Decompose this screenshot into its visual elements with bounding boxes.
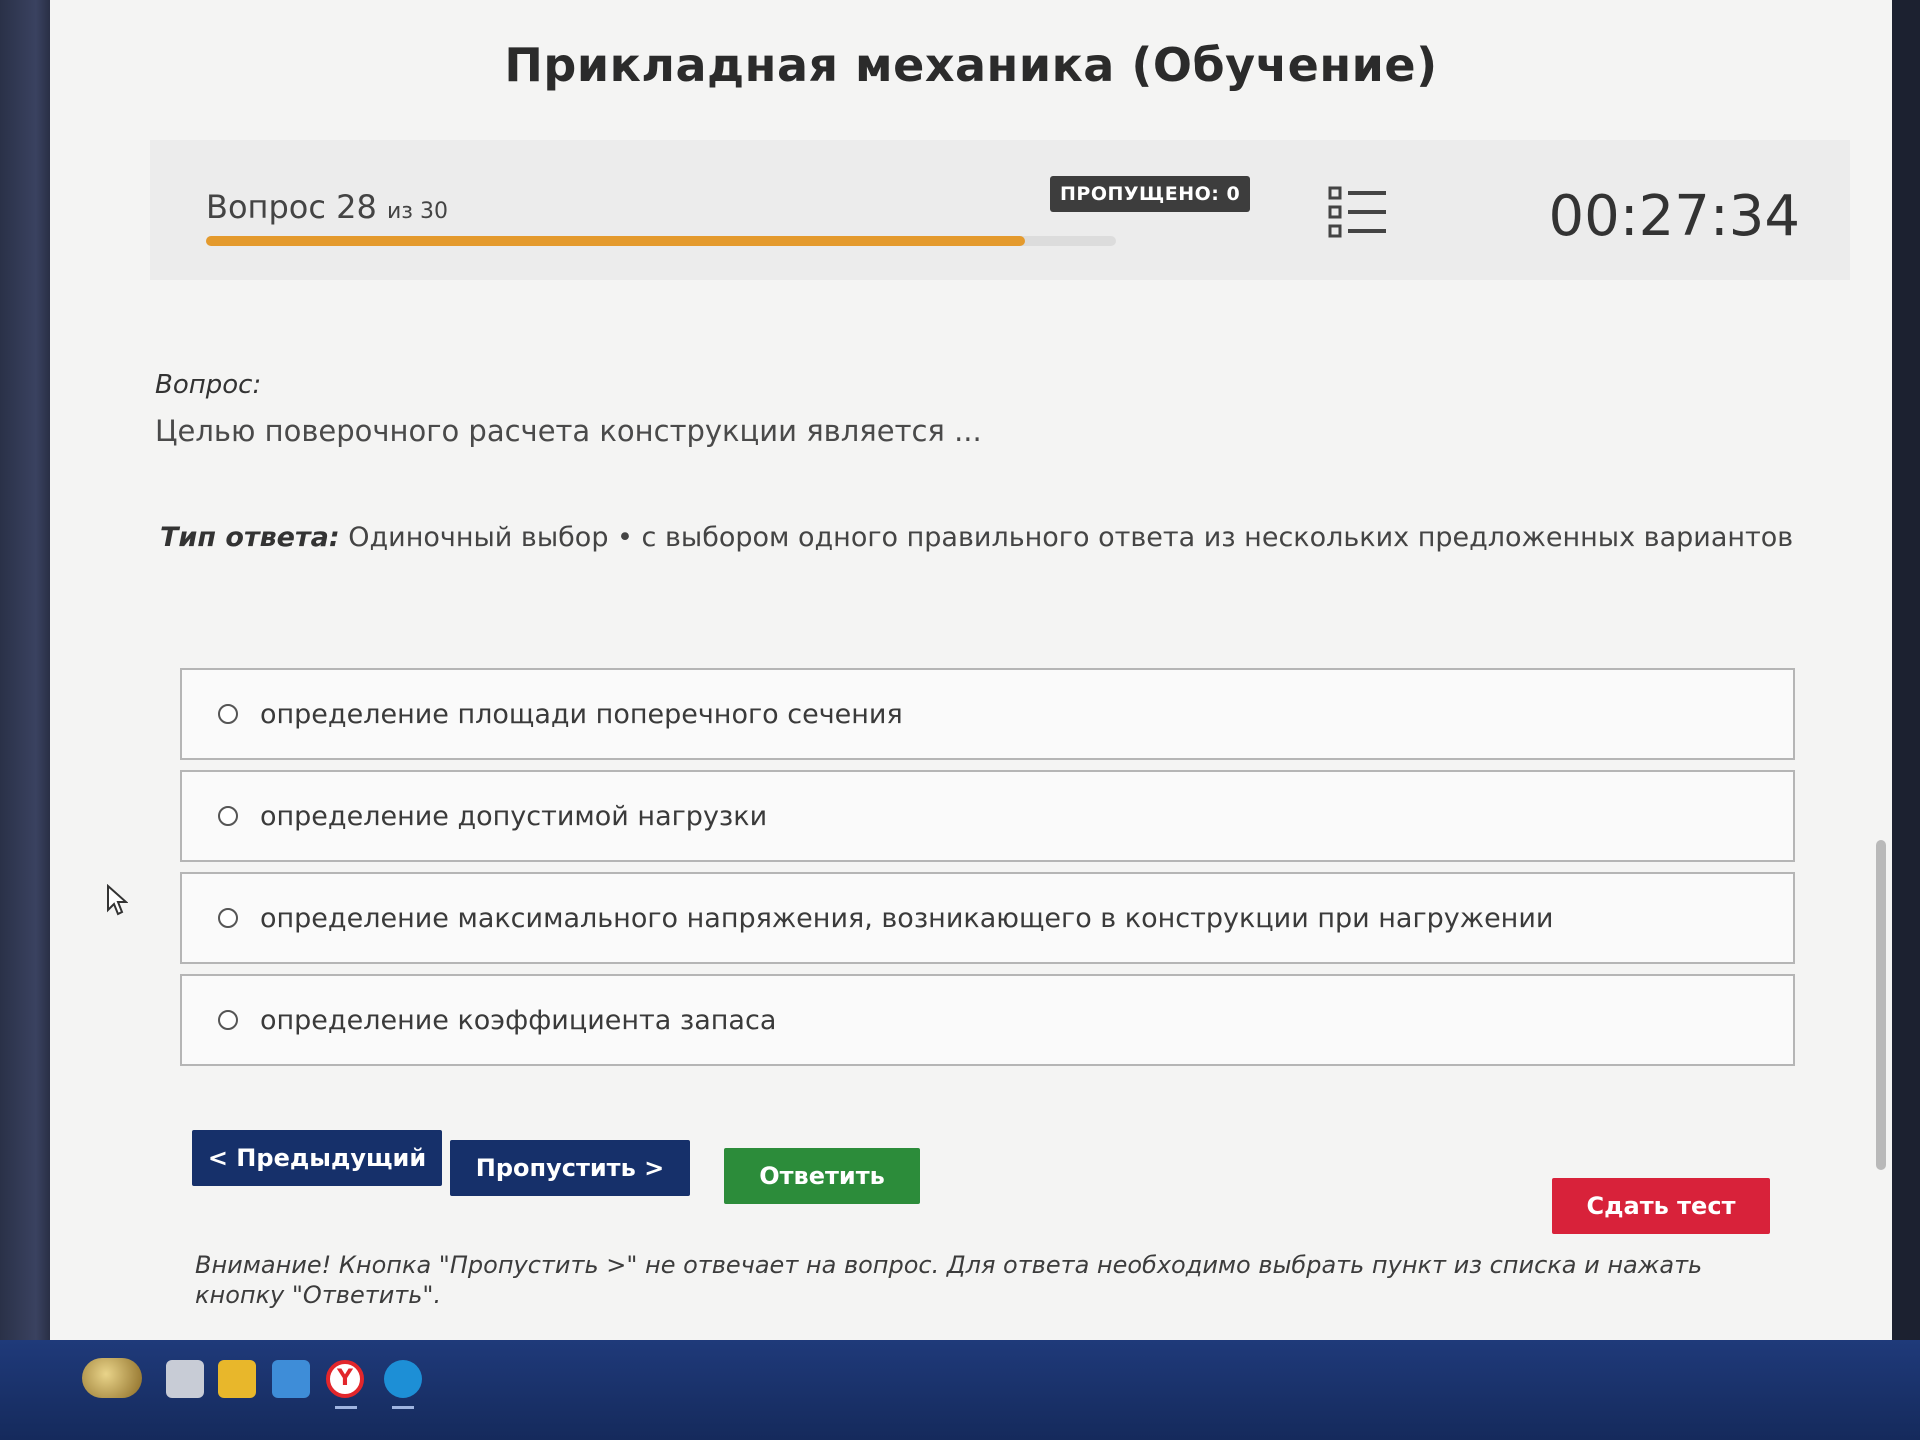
radio-button[interactable]	[218, 806, 238, 826]
question-label: Вопрос:	[155, 370, 262, 400]
answer-type: Тип ответа: Одиночный выбор • с выбором …	[160, 522, 1793, 553]
yandex-browser-icon[interactable]: Y	[326, 1360, 364, 1398]
question-current: 28	[336, 188, 377, 226]
answer-option[interactable]: определение коэффициента запаса	[180, 974, 1795, 1066]
answer-type-label: Тип ответа:	[160, 522, 340, 553]
question-counter: Вопрос 28 из 30	[206, 188, 448, 226]
desktop-icon[interactable]	[166, 1360, 204, 1398]
active-indicator	[392, 1406, 414, 1409]
timer: 00:27:34	[1548, 184, 1800, 249]
option-text: определение коэффициента запаса	[260, 1004, 777, 1036]
app-icon[interactable]	[272, 1360, 310, 1398]
start-button-icon[interactable]	[82, 1358, 142, 1398]
answer-type-value: Одиночный выбор • с выбором одного прави…	[339, 522, 1794, 553]
progress-fill	[206, 236, 1025, 246]
skip-notice: Внимание! Кнопка "Пропустить >" не отвеч…	[195, 1251, 1703, 1309]
answer-option[interactable]: определение площади поперечного сечения	[180, 668, 1795, 760]
question-word: Вопрос	[206, 188, 326, 226]
answer-option[interactable]: определение максимального напряжения, во…	[180, 872, 1795, 964]
option-text: определение допустимой нагрузки	[260, 800, 768, 832]
progress-bar	[206, 236, 1116, 246]
submit-test-button[interactable]: Сдать тест	[1552, 1178, 1770, 1234]
answer-button[interactable]: Ответить	[724, 1148, 920, 1204]
radio-button[interactable]	[218, 1010, 238, 1030]
option-text: определение площади поперечного сечения	[260, 698, 903, 730]
skipped-badge: ПРОПУЩЕНО: 0	[1050, 176, 1251, 212]
previous-button[interactable]: < Предыдущий	[192, 1130, 442, 1186]
scrollbar[interactable]	[1876, 840, 1886, 1170]
option-text: определение максимального напряжения, во…	[260, 902, 1554, 934]
question-total: из 30	[387, 199, 448, 224]
browser-viewport: Прикладная механика (Обучение) Вопрос 28…	[50, 0, 1892, 1350]
taskbar: Y	[0, 1340, 1920, 1440]
test-header-panel: Вопрос 28 из 30 ПРОПУЩЕНО: 0 00:27:34	[150, 140, 1850, 280]
question-text: Целью поверочного расчета конструкции яв…	[155, 414, 982, 448]
page-title: Прикладная механика (Обучение)	[504, 38, 1438, 92]
answer-options: определение площади поперечного сечения …	[180, 668, 1795, 1076]
skip-button[interactable]: Пропустить >	[450, 1140, 690, 1196]
webcam-app-icon[interactable]	[384, 1360, 422, 1398]
radio-button[interactable]	[218, 704, 238, 724]
active-indicator	[335, 1406, 357, 1409]
answer-option[interactable]: определение допустимой нагрузки	[180, 770, 1795, 862]
mouse-cursor-icon	[107, 884, 128, 916]
list-icon[interactable]	[1328, 184, 1388, 240]
radio-button[interactable]	[218, 908, 238, 928]
file-explorer-icon[interactable]	[218, 1360, 256, 1398]
